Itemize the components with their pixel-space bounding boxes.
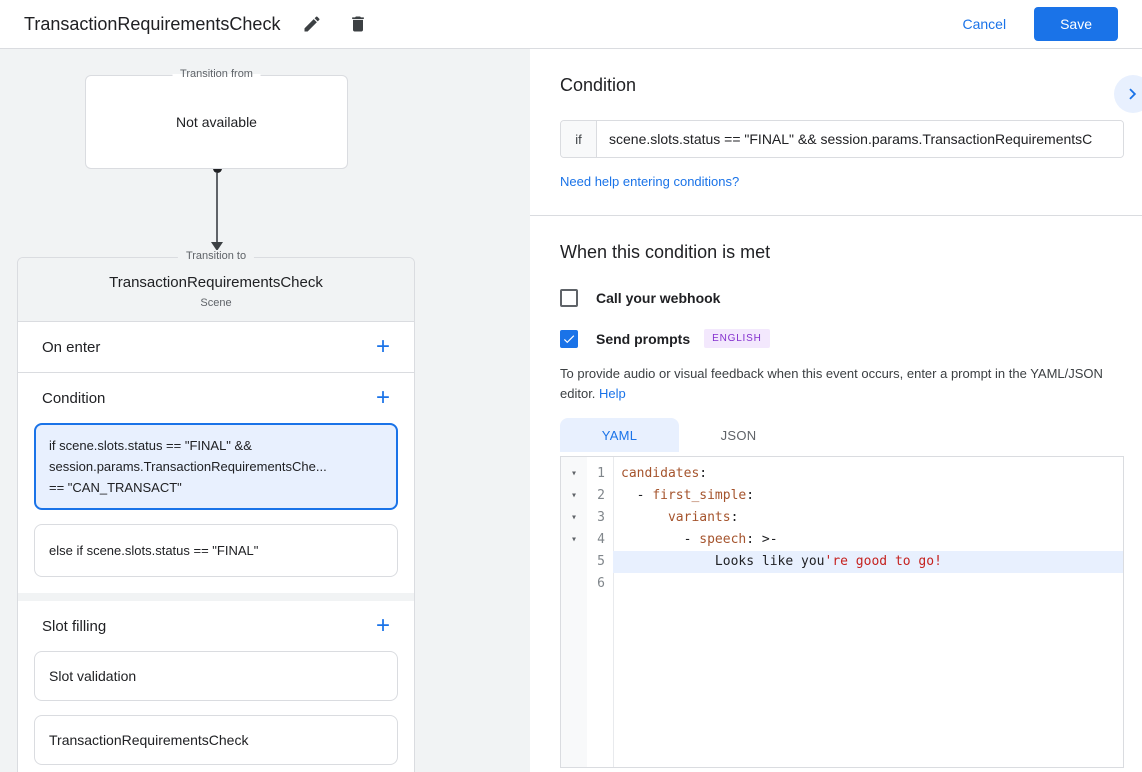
- code-line[interactable]: ▾3 variants:: [561, 507, 1123, 529]
- on-enter-row[interactable]: On enter +: [18, 322, 414, 373]
- main-content: Transition from Not available Transition…: [0, 49, 1142, 772]
- code-line[interactable]: ▾2 - first_simple:: [561, 485, 1123, 507]
- prompt-hint: To provide audio or visual feedback when…: [560, 364, 1124, 404]
- trash-icon: [348, 14, 368, 34]
- webhook-checkbox[interactable]: [560, 289, 578, 307]
- send-prompts-row: Send prompts ENGLISH: [560, 329, 1124, 348]
- conditions-help-link[interactable]: Need help entering conditions?: [560, 174, 739, 189]
- condition-card-line: if scene.slots.status == "FINAL" &&: [49, 435, 383, 456]
- transition-from-label: Transition from: [172, 68, 261, 80]
- scene-title: TransactionRequirementsCheck: [30, 274, 402, 291]
- tab-json[interactable]: JSON: [679, 418, 798, 452]
- edit-title-button[interactable]: [298, 10, 326, 38]
- condition-section: Condition + if scene.slots.status == "FI…: [18, 373, 414, 601]
- condition-card[interactable]: if scene.slots.status == "FINAL" &&sessi…: [34, 423, 398, 510]
- slot-filling-section-label: Slot filling: [42, 618, 106, 635]
- fold-arrow-icon[interactable]: ▾: [561, 463, 587, 485]
- fold-gutter: [561, 551, 587, 573]
- line-number: 6: [587, 573, 613, 595]
- add-on-enter-button[interactable]: +: [376, 338, 390, 356]
- condition-input-row: if: [560, 120, 1124, 158]
- plus-icon: +: [376, 333, 390, 360]
- code-line[interactable]: ▾1candidates:: [561, 463, 1123, 485]
- line-code: candidates:: [613, 463, 1123, 485]
- help-link[interactable]: Help: [599, 386, 626, 401]
- transition-to-box: Transition to TransactionRequirementsChe…: [17, 257, 415, 772]
- transition-to-label: Transition to: [178, 250, 254, 262]
- line-code: variants:: [613, 507, 1123, 529]
- slot-card-list: Slot validation TransactionRequirementsCh…: [18, 651, 414, 765]
- fold-gutter: [561, 573, 587, 595]
- line-code: - first_simple:: [613, 485, 1123, 507]
- condition-met-section: When this condition is met Call your web…: [530, 216, 1142, 768]
- condition-section-label: Condition: [42, 390, 105, 407]
- scene-canvas: Transition from Not available Transition…: [0, 49, 530, 772]
- cancel-button[interactable]: Cancel: [962, 16, 1006, 32]
- tab-yaml[interactable]: YAML: [560, 418, 679, 452]
- detail-title: Condition: [560, 75, 1124, 96]
- fold-arrow-icon[interactable]: ▾: [561, 529, 587, 551]
- line-code: - speech: >-: [613, 529, 1123, 551]
- add-condition-button[interactable]: +: [376, 389, 390, 407]
- top-bar: TransactionRequirementsCheck Cancel Save: [0, 0, 1142, 49]
- send-prompts-label: Send prompts: [596, 331, 690, 347]
- condition-section-header: Condition +: [18, 373, 414, 423]
- detail-panel: Condition if Need help entering conditio…: [530, 49, 1142, 772]
- condition-card-line: session.params.TransactionRequirementsCh…: [49, 456, 383, 477]
- send-prompts-checkbox[interactable]: [560, 330, 578, 348]
- chevron-right-icon: [1122, 83, 1142, 105]
- condition-card-list: if scene.slots.status == "FINAL" &&sessi…: [18, 423, 414, 577]
- scene-card-header[interactable]: TransactionRequirementsCheck Scene: [18, 258, 414, 322]
- line-code: [613, 573, 1123, 595]
- condition-editor-section: Condition if Need help entering conditio…: [530, 49, 1142, 215]
- pencil-icon: [302, 14, 322, 34]
- slot-card[interactable]: TransactionRequirementsCheck: [34, 715, 398, 765]
- plus-icon: +: [376, 384, 390, 411]
- prompt-hint-text: To provide audio or visual feedback when…: [560, 366, 1103, 401]
- line-code: Looks like you're good to go!: [613, 551, 1123, 573]
- webhook-row: Call your webhook: [560, 289, 1124, 307]
- code-line[interactable]: ▾4 - speech: >-: [561, 529, 1123, 551]
- checkmark-icon: [562, 332, 576, 346]
- when-met-title: When this condition is met: [560, 242, 1124, 263]
- add-slot-button[interactable]: +: [376, 617, 390, 635]
- fold-arrow-icon[interactable]: ▾: [561, 485, 587, 507]
- if-label: if: [561, 121, 597, 157]
- line-number: 4: [587, 529, 613, 551]
- language-badge: ENGLISH: [704, 329, 770, 348]
- on-enter-label: On enter: [42, 339, 100, 356]
- page-title: TransactionRequirementsCheck: [24, 14, 280, 35]
- fold-arrow-icon[interactable]: ▾: [561, 507, 587, 529]
- yaml-editor[interactable]: ▾1candidates:▾2 - first_simple:▾3 varian…: [560, 456, 1124, 768]
- transition-connector: [210, 169, 224, 251]
- condition-card-line: == "CAN_TRANSACT": [49, 477, 383, 498]
- plus-icon: +: [376, 612, 390, 639]
- delete-scene-button[interactable]: [344, 10, 372, 38]
- line-number: 2: [587, 485, 613, 507]
- slot-filling-section: Slot filling + Slot validation Transactio…: [18, 601, 414, 772]
- code-line[interactable]: 6: [561, 573, 1123, 595]
- slot-card[interactable]: Slot validation: [34, 651, 398, 701]
- line-number: 1: [587, 463, 613, 485]
- line-number: 3: [587, 507, 613, 529]
- line-number: 5: [587, 551, 613, 573]
- code-lines: ▾1candidates:▾2 - first_simple:▾3 varian…: [561, 463, 1123, 595]
- condition-card[interactable]: else if scene.slots.status == "FINAL": [34, 524, 398, 577]
- editor-tabs: YAML JSON: [560, 418, 1124, 452]
- condition-input[interactable]: [597, 121, 1123, 157]
- transition-from-value: Not available: [86, 76, 347, 168]
- code-line[interactable]: 5 Looks like you're good to go!: [561, 551, 1123, 573]
- save-button[interactable]: Save: [1034, 7, 1118, 41]
- scene-subtitle: Scene: [30, 297, 402, 309]
- connector-line: [216, 173, 218, 242]
- condition-card-line: else if scene.slots.status == "FINAL": [49, 540, 383, 561]
- transition-from-box: Transition from Not available: [85, 75, 348, 169]
- webhook-label: Call your webhook: [596, 290, 720, 306]
- slot-filling-section-header: Slot filling +: [18, 601, 414, 651]
